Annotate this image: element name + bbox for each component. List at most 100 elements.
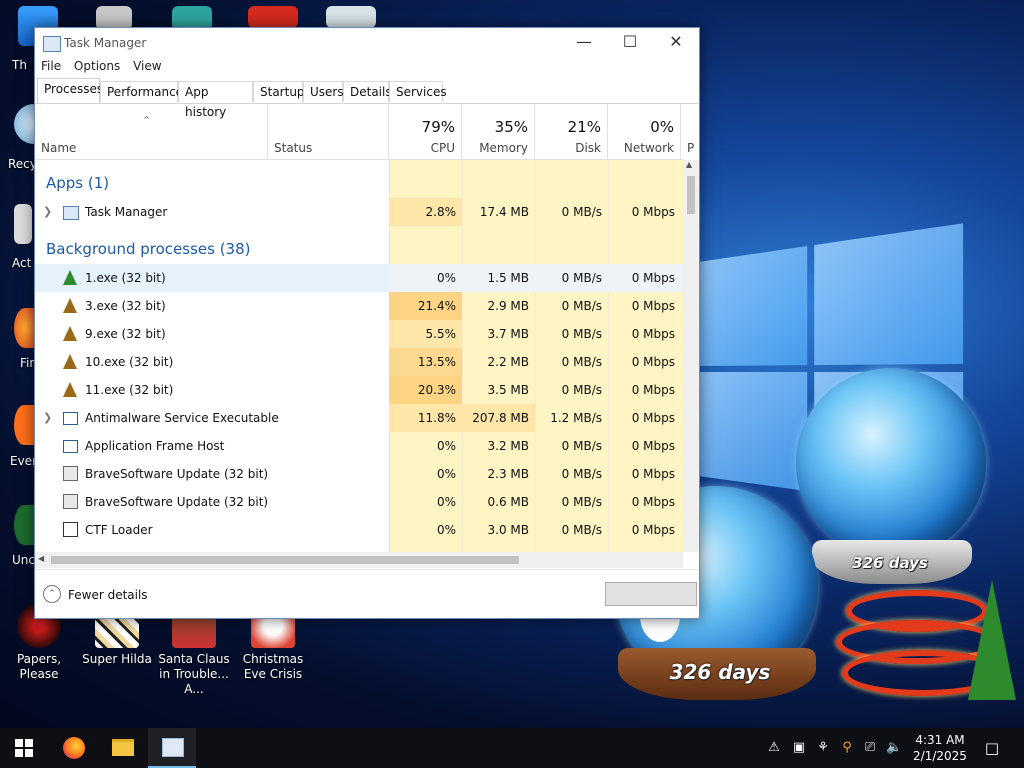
firefox-icon (63, 737, 85, 759)
task-manager-window: Task Manager — ☐ ✕ File Options View Pro… (34, 27, 700, 619)
volume-icon[interactable]: 🔈 (886, 740, 902, 756)
mcdonalds-game-icon[interactable] (248, 6, 298, 28)
clock[interactable]: 4:31 AM 2/1/2025 (910, 732, 970, 764)
horizontal-scrollbar[interactable]: ◀ (35, 552, 683, 568)
expand-chevron-icon[interactable]: ❯ (43, 205, 52, 218)
taskbar-task-manager[interactable] (148, 728, 196, 768)
uncategorized-icon[interactable] (14, 505, 34, 545)
firefox-desktop-icon[interactable] (14, 308, 36, 348)
desktop-icon-label: Christmas Eve Crisis (242, 652, 304, 681)
tab-details[interactable]: Details (343, 81, 392, 102)
display-tray-icon[interactable]: ▣ (791, 740, 807, 756)
column-power[interactable]: P (681, 104, 699, 159)
security-tray-icon[interactable]: ⚠ (766, 740, 782, 756)
start-button[interactable] (0, 728, 48, 768)
tab-app-history[interactable]: App history (178, 81, 253, 119)
desktop-icon-label: Santa Claus in Trouble... A... (158, 652, 230, 696)
desktop-icon-label-this-pc: Th (12, 58, 27, 72)
tree-app-icon (63, 382, 77, 397)
horizontal-scroll-thumb[interactable] (51, 556, 519, 564)
menu-file[interactable]: File (41, 58, 67, 73)
tab-performance[interactable]: Performance (100, 81, 183, 102)
clock-date: 2/1/2025 (913, 749, 967, 763)
table-row[interactable]: 1.exe (32 bit) 0% 1.5 MB 0 MB/s 0 Mbps (35, 264, 683, 292)
table-row[interactable]: ❯ Antimalware Service Executable 11.8% 2… (35, 404, 683, 432)
window-app-icon (63, 412, 78, 425)
task-manager-icon (162, 738, 184, 757)
christmas-tree-icon (968, 580, 1016, 700)
chevron-up-circle-icon[interactable]: ⌃ (43, 585, 61, 603)
tree-app-icon (63, 298, 77, 313)
taskbar-file-explorer[interactable] (98, 728, 146, 768)
column-disk[interactable]: 21% Disk (535, 104, 608, 159)
tab-services[interactable]: Services (389, 81, 447, 102)
task-manager-icon (63, 206, 79, 220)
desktop-icon-label: Papers, Please (16, 652, 62, 681)
vertical-scrollbar[interactable]: ▲ (683, 160, 699, 552)
sort-up-icon: ⌃ (142, 114, 152, 127)
snow-globe-back (796, 368, 986, 558)
scroll-up-icon[interactable]: ▲ (686, 160, 692, 169)
table-row[interactable]: 11.exe (32 bit) 20.3% 3.5 MB 0 MB/s 0 Mb… (35, 376, 683, 404)
ctf-loader-icon (63, 522, 78, 537)
network-icon[interactable]: ⎚ (862, 740, 878, 756)
taskbar: ⚠ ▣ ⚘ ⚲ ⎚ 🔈 4:31 AM 2/1/2025 □ (0, 728, 1024, 768)
window-app-icon (63, 440, 78, 453)
tab-startup[interactable]: Startup (253, 81, 305, 102)
group-header-apps[interactable]: Apps (1) (35, 168, 683, 196)
desktop-icon-label-firefox: Fir (20, 356, 35, 370)
search-tray-icon[interactable]: ⚲ (839, 740, 855, 756)
service-gear-icon (63, 466, 78, 481)
vertical-scroll-thumb[interactable] (687, 176, 695, 214)
column-name[interactable]: ⌃ Name (35, 104, 268, 159)
table-row[interactable]: BraveSoftware Update (32 bit) 0% 0.6 MB … (35, 488, 683, 516)
everything-icon[interactable] (14, 405, 34, 445)
end-task-button[interactable] (605, 582, 697, 606)
table-row[interactable]: ❯ Task Manager 2.8% 17.4 MB 0 MB/s 0 Mbp… (35, 198, 683, 226)
process-list: Apps (1) ❯ Task Manager 2.8% 17.4 MB 0 M… (35, 160, 683, 552)
table-row[interactable]: 9.exe (32 bit) 5.5% 3.7 MB 0 MB/s 0 Mbps (35, 320, 683, 348)
tab-processes[interactable]: Processes (37, 78, 103, 103)
clock-time: 4:31 AM (915, 733, 965, 747)
menu-view[interactable]: View (133, 58, 167, 73)
network-total: 0% (650, 118, 674, 136)
table-row[interactable]: 10.exe (32 bit) 13.5% 2.2 MB 0 MB/s 0 Mb… (35, 348, 683, 376)
memory-total: 35% (494, 118, 528, 136)
column-status[interactable]: Status (268, 104, 389, 159)
service-gear-icon (63, 494, 78, 509)
network-share-tray-icon[interactable]: ⚘ (815, 740, 831, 756)
tree-app-icon (63, 354, 77, 369)
maximize-button[interactable]: ☐ (607, 28, 653, 58)
title-bar[interactable]: Task Manager — ☐ ✕ (35, 28, 699, 58)
column-cpu[interactable]: 79% CPU (389, 104, 462, 159)
window-title: Task Manager (64, 36, 147, 50)
minimize-button[interactable]: — (561, 28, 607, 58)
menu-bar: File Options View (35, 58, 699, 78)
footer: ⌃ Fewer details (35, 569, 699, 618)
column-memory[interactable]: 35% Memory (462, 104, 535, 159)
tree-app-icon (63, 326, 77, 341)
notification-icon[interactable]: □ (984, 740, 1000, 756)
christmas-game-icon[interactable] (326, 6, 376, 28)
table-row[interactable]: BraveSoftware Update (32 bit) 0% 2.3 MB … (35, 460, 683, 488)
desktop-icon-label: Super Hilda (82, 652, 152, 666)
expand-chevron-icon[interactable]: ❯ (43, 411, 52, 424)
menu-options[interactable]: Options (74, 58, 126, 73)
windows-start-icon (15, 739, 33, 757)
close-button[interactable]: ✕ (653, 28, 699, 58)
maximize-icon: ☐ (622, 32, 638, 51)
folder-icon (112, 739, 134, 756)
desktop-icon-label-everything: Ever (10, 454, 37, 468)
taskbar-firefox[interactable] (50, 728, 98, 768)
close-icon: ✕ (669, 32, 683, 51)
tab-users[interactable]: Users (303, 81, 344, 102)
table-row[interactable]: Application Frame Host 0% 3.2 MB 0 MB/s … (35, 432, 683, 460)
disk-total: 21% (567, 118, 601, 136)
scroll-left-icon[interactable]: ◀ (38, 554, 44, 563)
table-row[interactable]: CTF Loader 0% 3.0 MB 0 MB/s 0 Mbps (35, 516, 683, 544)
column-network[interactable]: 0% Network (608, 104, 681, 159)
fewer-details-link[interactable]: Fewer details (68, 588, 148, 602)
group-header-background[interactable]: Background processes (38) (35, 234, 683, 262)
activator-icon[interactable] (14, 204, 32, 244)
days-counter-front: 326 days (669, 660, 771, 684)
